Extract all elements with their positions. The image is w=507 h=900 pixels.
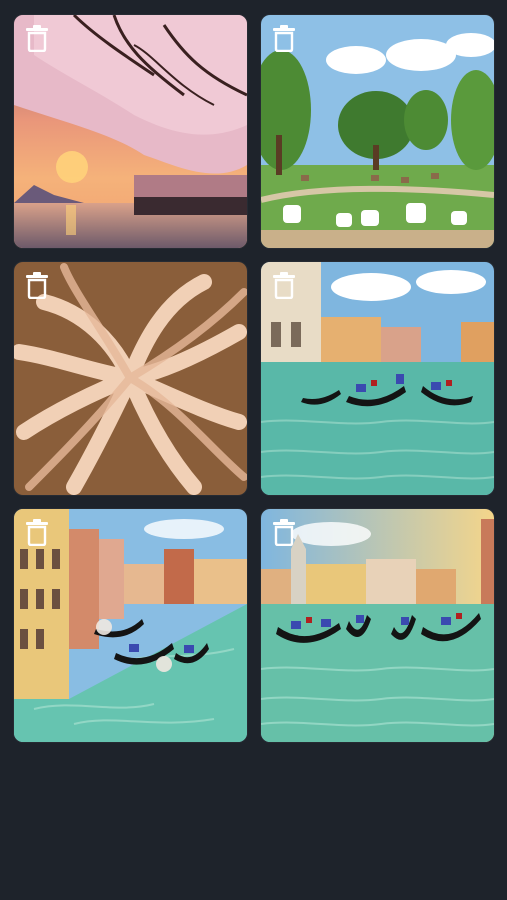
- trash-icon: [273, 25, 295, 52]
- gallery-image-venice-gondolas[interactable]: [261, 262, 494, 495]
- delete-button[interactable]: [271, 518, 297, 546]
- gallery-image-venice-canal[interactable]: [14, 509, 247, 742]
- gallery-image-cherry-blossom[interactable]: [14, 15, 247, 248]
- trash-icon: [273, 519, 295, 546]
- trash-icon: [26, 519, 48, 546]
- gallery-image-venice-cathedral[interactable]: [261, 509, 494, 742]
- image-gallery-grid: [14, 15, 494, 742]
- trash-icon: [26, 25, 48, 52]
- delete-button[interactable]: [24, 24, 50, 52]
- delete-button[interactable]: [271, 24, 297, 52]
- trash-icon: [26, 272, 48, 299]
- delete-button[interactable]: [24, 271, 50, 299]
- delete-button[interactable]: [271, 271, 297, 299]
- gallery-image-swirling-hands[interactable]: [14, 262, 247, 495]
- gallery-image-dogs-park[interactable]: [261, 15, 494, 248]
- trash-icon: [273, 272, 295, 299]
- delete-button[interactable]: [24, 518, 50, 546]
